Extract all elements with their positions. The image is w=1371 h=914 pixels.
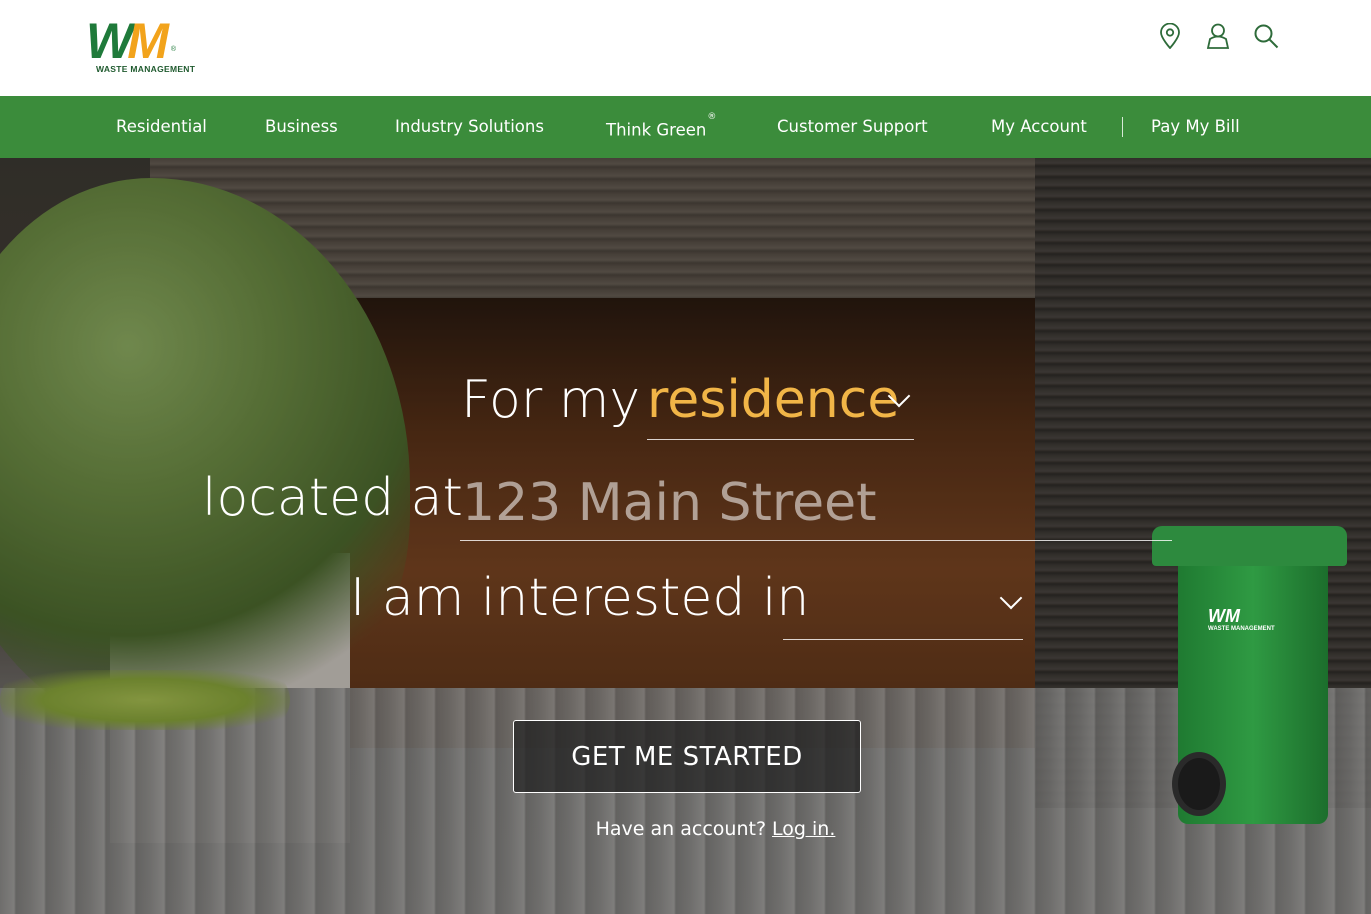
- account-prompt-text: Have an account?: [595, 818, 767, 840]
- nav-item-label: Think Green: [606, 120, 707, 140]
- logo-registered-mark: ®: [170, 46, 177, 53]
- bin-wheel: [1172, 752, 1226, 816]
- interest-select[interactable]: [783, 566, 1023, 640]
- nav-item-my-account[interactable]: My Account: [991, 96, 1087, 158]
- nav-item-business[interactable]: Business: [265, 96, 338, 158]
- nav-item-pay-my-bill[interactable]: Pay My Bill: [1151, 96, 1240, 158]
- get-me-started-button[interactable]: GET ME STARTED: [513, 720, 861, 793]
- nav-item-label: Business: [265, 117, 338, 136]
- form-line3-label: I am interested in: [350, 568, 810, 628]
- site-header: W M ® WASTE MANAGEMENT: [0, 0, 1371, 96]
- nav-item-label: Residential: [116, 117, 207, 136]
- nav-item-think-green[interactable]: Think Green®: [606, 96, 716, 158]
- nav-divider: [1122, 117, 1123, 137]
- nav-item-label: Customer Support: [777, 117, 928, 136]
- bin-logo: WM: [1208, 606, 1240, 626]
- header-utility-icons: [1157, 22, 1279, 50]
- chevron-down-icon: [999, 586, 1023, 610]
- nav-item-customer-support[interactable]: Customer Support: [777, 96, 928, 158]
- search-icon[interactable]: [1253, 22, 1279, 50]
- nav-item-label: Pay My Bill: [1151, 117, 1240, 136]
- bin-logo-subtitle: WASTE MANAGEMENT: [1208, 626, 1275, 632]
- wm-trash-bin-image: WM WASTE MANAGEMENT: [1152, 526, 1347, 831]
- location-pin-icon[interactable]: [1157, 22, 1183, 50]
- form-line2-label: located at: [202, 468, 463, 528]
- nav-item-residential[interactable]: Residential: [116, 96, 207, 158]
- form-line1-label: For my: [461, 370, 641, 430]
- nav-item-label: Industry Solutions: [395, 117, 544, 136]
- account-prompt: Have an account? Log in.: [0, 818, 1371, 840]
- bin-lid: [1152, 526, 1347, 566]
- logo-letter-w: W: [86, 13, 133, 69]
- service-type-value: residence: [647, 370, 900, 430]
- login-link[interactable]: Log in.: [772, 818, 835, 840]
- user-icon[interactable]: [1205, 22, 1231, 50]
- address-input[interactable]: [460, 466, 1172, 540]
- logo-mark: W M ®: [86, 13, 236, 69]
- main-nav: Residential Business Industry Solutions …: [0, 96, 1371, 158]
- nav-item-industry-solutions[interactable]: Industry Solutions: [395, 96, 544, 158]
- wm-logo[interactable]: W M ® WASTE MANAGEMENT: [86, 13, 236, 76]
- address-field-wrapper: [460, 466, 1172, 541]
- logo-subtitle: WASTE MANAGEMENT: [96, 64, 196, 74]
- registered-mark: ®: [707, 112, 717, 122]
- service-type-select[interactable]: residence: [647, 366, 914, 440]
- nav-item-label: My Account: [991, 117, 1087, 136]
- logo-letter-m: M: [127, 13, 169, 69]
